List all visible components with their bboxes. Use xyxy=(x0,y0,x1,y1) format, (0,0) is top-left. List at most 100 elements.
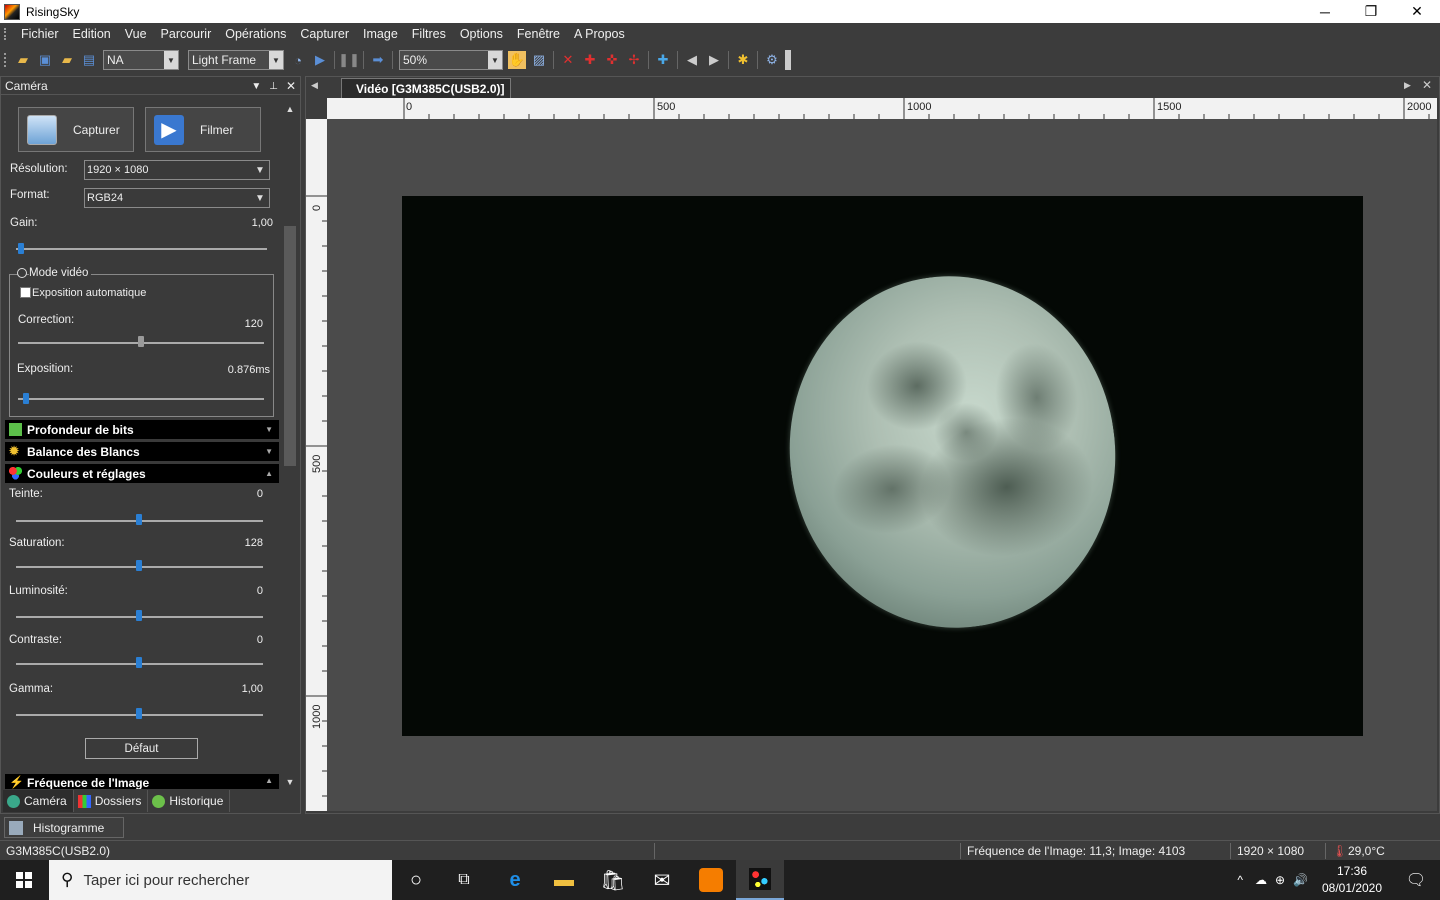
cross-red-icon[interactable]: ✜ xyxy=(603,51,621,69)
pin-icon[interactable]: ⊥ xyxy=(269,81,278,92)
menu-fenetre[interactable]: Fenêtre xyxy=(510,27,567,41)
file-explorer-icon[interactable]: ▬ xyxy=(540,860,588,900)
default-button[interactable]: Défaut xyxy=(85,738,198,759)
clock-icon[interactable]: ◔ xyxy=(289,51,307,69)
saturation-label: Saturation: xyxy=(9,537,65,549)
tab-dossiers[interactable]: Dossiers xyxy=(73,790,149,812)
menu-parcourir[interactable]: Parcourir xyxy=(154,27,219,41)
stars-icon[interactable]: ✱ xyxy=(734,51,752,69)
mail-icon[interactable]: ✉ xyxy=(638,860,686,900)
restore-button[interactable]: ❐ xyxy=(1348,0,1394,23)
teinte-slider-thumb[interactable] xyxy=(136,514,142,525)
menu-vue[interactable]: Vue xyxy=(118,27,154,41)
tab-video-title: Vidéo [G3M385C(USB2.0)] xyxy=(356,81,505,96)
risingsky-taskbar-icon[interactable] xyxy=(736,860,784,900)
record-icon[interactable]: ➡ xyxy=(369,51,387,69)
menu-capturer[interactable]: Capturer xyxy=(293,27,356,41)
next-icon[interactable]: ▶ xyxy=(705,51,723,69)
tab-historique[interactable]: Historique xyxy=(148,790,231,812)
edge-icon[interactable]: e xyxy=(491,860,539,900)
store-icon[interactable]: 🛍 xyxy=(589,860,637,900)
menu-a-propos[interactable]: A Propos xyxy=(567,27,632,41)
fit-icon[interactable]: ▨ xyxy=(530,51,548,69)
zoom-combo[interactable]: 50% ▼ xyxy=(399,50,503,70)
play-step-icon[interactable]: ▶ xyxy=(311,51,329,69)
format-select[interactable]: RGB24 ▼ xyxy=(84,188,270,208)
open-icon[interactable]: ▰ xyxy=(14,51,32,69)
scrollbar-thumb[interactable] xyxy=(284,226,296,466)
menu-filtres[interactable]: Filtres xyxy=(405,27,453,41)
blogger-icon[interactable] xyxy=(687,860,735,900)
auto-exposure-checkbox[interactable] xyxy=(20,287,31,298)
exposure-slider-track[interactable] xyxy=(18,398,264,400)
import-icon[interactable]: ▤ xyxy=(80,51,98,69)
menu-edition[interactable]: Edition xyxy=(66,27,118,41)
minimize-button[interactable]: ─ xyxy=(1302,0,1348,23)
toolbar-grip xyxy=(4,53,8,67)
close-button[interactable]: ✕ xyxy=(1394,0,1440,23)
collapse-icon: ▲ xyxy=(265,469,273,478)
contraste-slider-thumb[interactable] xyxy=(136,657,142,668)
video-mode-radio[interactable] xyxy=(17,268,27,278)
frame-rate-section[interactable]: ⚡ Fréquence de l'Image ▲ xyxy=(5,774,279,789)
cross-red-icon[interactable]: ✚ xyxy=(581,51,599,69)
gain-slider-thumb[interactable] xyxy=(18,243,25,254)
correction-slider-thumb[interactable] xyxy=(138,336,144,347)
tab-scroll-right-icon[interactable]: ▶ xyxy=(1404,80,1411,91)
menu-options[interactable]: Options xyxy=(453,27,510,41)
colors-title: Couleurs et réglages xyxy=(27,466,146,481)
resolution-select[interactable]: 1920 × 1080 ▼ xyxy=(84,160,270,180)
panel-scrollbar[interactable]: ▲ ▼ xyxy=(282,101,298,790)
cross-red-icon[interactable]: ✢ xyxy=(625,51,643,69)
gamma-label: Gamma: xyxy=(9,683,54,695)
pause-icon[interactable]: ❚❚ xyxy=(338,51,360,69)
frame-type-combo[interactable]: Light Frame ▼ xyxy=(188,50,284,70)
video-frame[interactable] xyxy=(402,196,1363,736)
prev-icon[interactable]: ◀ xyxy=(683,51,701,69)
histogram-tab[interactable]: Histogramme xyxy=(4,817,124,838)
gamma-slider-thumb[interactable] xyxy=(136,708,142,719)
close-tab-icon[interactable]: ✕ xyxy=(1422,78,1432,92)
onedrive-icon[interactable]: ☁ xyxy=(1255,873,1267,887)
tab-camera[interactable]: Caméra xyxy=(3,790,74,812)
sun-icon: ✹ xyxy=(9,444,20,458)
gain-value: 1,00 xyxy=(251,217,273,229)
folder-icon[interactable]: ▰ xyxy=(58,51,76,69)
gear-icon[interactable]: ⚙ xyxy=(763,51,781,69)
luminosite-slider-thumb[interactable] xyxy=(136,610,142,621)
menu-image[interactable]: Image xyxy=(356,27,405,41)
close-icon[interactable]: ✕ xyxy=(286,79,296,93)
network-icon[interactable]: ⊕ xyxy=(1275,873,1285,887)
film-button[interactable]: ▶ Filmer xyxy=(145,107,261,152)
frame-type-value: Light Frame xyxy=(192,53,257,67)
windows-taskbar: ⚲ Taper ici pour rechercher ○ ⧉ e ▬ 🛍 ✉ … xyxy=(0,860,1440,900)
colors-section[interactable]: Couleurs et réglages ▲ xyxy=(5,464,279,483)
cortana-icon[interactable]: ○ xyxy=(392,860,440,900)
save-icon[interactable]: ▣ xyxy=(36,51,54,69)
dropdown-icon[interactable]: ▼ xyxy=(251,81,261,92)
scroll-up-icon[interactable]: ▲ xyxy=(282,101,298,117)
notifications-icon[interactable]: 🗨 xyxy=(1392,870,1440,890)
show-hidden-icons-icon[interactable]: ^ xyxy=(1237,873,1243,887)
exposure-slider-thumb[interactable] xyxy=(22,393,29,404)
crosshair-blue-icon[interactable]: ✚ xyxy=(654,51,672,69)
tab-video[interactable]: Vidéo [G3M385C(USB2.0)] xyxy=(341,78,511,98)
volume-icon[interactable]: 🔊 xyxy=(1293,873,1308,887)
hand-icon[interactable]: ✋ xyxy=(508,51,526,69)
capture-button[interactable]: Capturer xyxy=(18,107,134,152)
saturation-slider-thumb[interactable] xyxy=(136,560,142,571)
clock[interactable]: 17:36 08/01/2020 xyxy=(1312,863,1392,897)
menu-operations[interactable]: Opérations xyxy=(218,27,293,41)
menu-fichier[interactable]: Fichier xyxy=(14,27,66,41)
tab-scroll-left-icon[interactable]: ◀ xyxy=(311,80,318,91)
task-view-icon[interactable]: ⧉ xyxy=(440,860,488,900)
cross-red-icon[interactable]: ✕ xyxy=(559,51,577,69)
image-canvas[interactable] xyxy=(327,119,1437,811)
bit-depth-section[interactable]: Profondeur de bits ▼ xyxy=(5,420,279,439)
na-combo[interactable]: NA ▼ xyxy=(103,50,179,70)
start-button[interactable] xyxy=(0,860,48,900)
scroll-down-icon[interactable]: ▼ xyxy=(282,774,298,790)
gain-slider-track[interactable] xyxy=(16,248,267,250)
taskbar-search[interactable]: ⚲ Taper ici pour rechercher xyxy=(49,860,392,900)
white-balance-section[interactable]: ✹ Balance des Blancs ▼ xyxy=(5,442,279,461)
